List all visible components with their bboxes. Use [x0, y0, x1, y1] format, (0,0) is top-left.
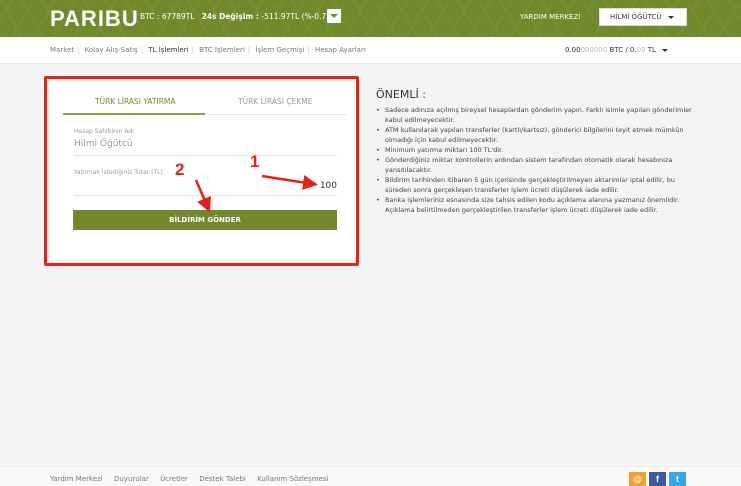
info-item: Bildirim tarihinden itibaren 5 gün içeri… — [376, 175, 696, 195]
arrow-to-amount — [261, 174, 318, 190]
footer-link-announcements[interactable]: Duyurular — [114, 475, 149, 483]
footer-link-fees[interactable]: Ücretler — [160, 475, 188, 483]
info-item: Minimum yatırma miktarı 100 TL'dir. — [376, 145, 696, 155]
footer-link-terms[interactable]: Kullanım Sözleşmesi — [257, 475, 328, 483]
info-title: ÖNEMLİ : — [376, 88, 426, 101]
email-icon[interactable]: @ — [629, 472, 646, 486]
info-item: Gönderdiğiniz miktar kontrollerin ardınd… — [376, 155, 696, 175]
info-item: Sadece adınıza açılmış bireysel hesaplar… — [376, 105, 696, 125]
info-item: ATM kullanılarak yapılan transferler (ka… — [376, 125, 696, 145]
twitter-icon[interactable]: t — [669, 472, 686, 486]
arrow-to-submit — [194, 179, 211, 213]
footer-links: Yardım Merkezi Duyurular Ücretler Destek… — [50, 475, 337, 483]
footer-link-support[interactable]: Destek Talebi — [199, 475, 246, 483]
facebook-icon[interactable]: f — [649, 472, 666, 486]
important-info: ÖNEMLİ : Sadece adınıza açılmış bireysel… — [376, 88, 696, 215]
footer-link-help[interactable]: Yardım Merkezi — [50, 475, 103, 483]
info-list: Sadece adınıza açılmış bireysel hesaplar… — [376, 105, 696, 215]
footer: Yardım Merkezi Duyurular Ücretler Destek… — [0, 466, 741, 486]
info-item: Banka işlemleriniz esnasında size tahsis… — [376, 195, 696, 215]
annotation-arrows — [194, 174, 318, 213]
